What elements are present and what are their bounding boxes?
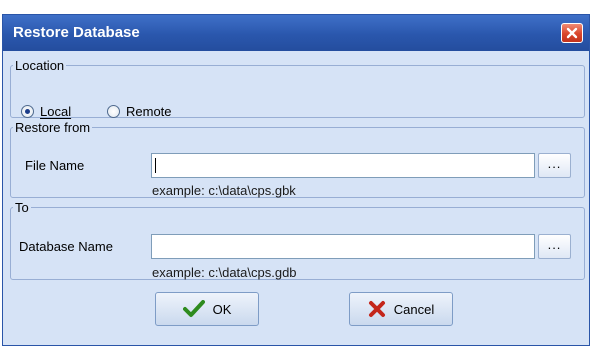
restore-from-group: Restore from File Name ... example: c:\d… — [10, 120, 585, 198]
restore-database-dialog: Restore Database Location Local Remote R… — [2, 14, 590, 346]
file-name-input[interactable] — [151, 153, 535, 178]
ok-button-label: OK — [212, 301, 232, 317]
file-name-example: example: c:\data\cps.gbk — [152, 183, 296, 198]
ok-button[interactable]: OK — [155, 292, 259, 326]
remote-radio-label: Remote — [126, 104, 172, 119]
cancel-button[interactable]: Cancel — [349, 292, 453, 326]
local-radio-label: Local — [40, 104, 72, 119]
local-radio[interactable]: Local — [21, 104, 71, 119]
local-radio-circle[interactable] — [21, 105, 34, 118]
remote-radio[interactable]: Remote — [107, 104, 172, 119]
text-caret — [155, 158, 156, 173]
database-name-example: example: c:\data\cps.gdb — [152, 265, 297, 280]
database-name-input[interactable] — [151, 234, 535, 259]
database-name-label: Database Name — [19, 239, 113, 254]
close-button[interactable] — [561, 23, 583, 43]
checkmark-icon — [182, 300, 205, 318]
window-title: Restore Database — [13, 24, 140, 41]
radio-selected-dot — [25, 109, 30, 114]
file-browse-button[interactable]: ... — [538, 153, 571, 178]
restore-from-legend: Restore from — [15, 120, 91, 135]
location-group: Location Local Remote — [10, 58, 585, 119]
x-icon — [368, 300, 386, 318]
dialog-body: Location Local Remote Restore from File … — [7, 55, 585, 341]
title-bar: Restore Database — [3, 15, 589, 51]
database-browse-button[interactable]: ... — [538, 234, 571, 259]
close-icon — [566, 27, 578, 39]
cancel-button-label: Cancel — [393, 301, 435, 317]
remote-radio-circle[interactable] — [107, 105, 120, 118]
file-name-label: File Name — [25, 158, 85, 173]
to-legend: To — [15, 200, 29, 215]
location-legend: Location — [15, 58, 65, 73]
to-group: To Database Name ... example: c:\data\cp… — [10, 200, 585, 280]
